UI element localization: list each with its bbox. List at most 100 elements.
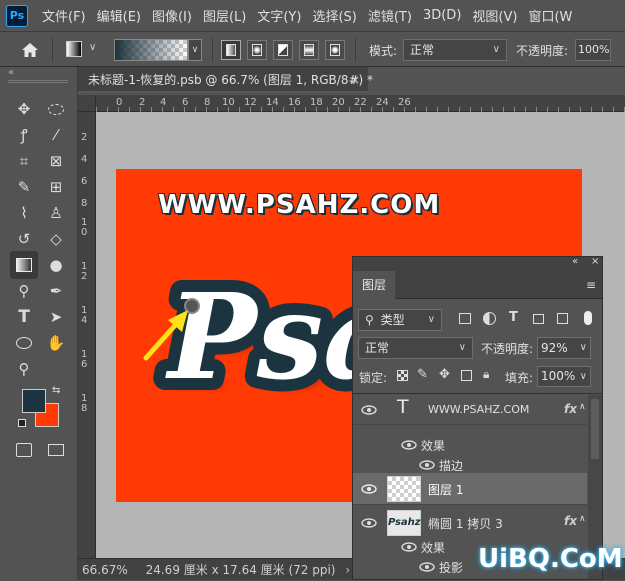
pen-tool-icon[interactable]: ✒ xyxy=(44,279,68,303)
lock-pixels-icon[interactable]: ✎ xyxy=(417,367,428,382)
layer-name[interactable]: 椭圆 1 拷贝 3 xyxy=(428,515,503,532)
dodge-tool-icon[interactable]: ⚲ xyxy=(12,279,36,303)
crop-tool-icon[interactable]: ⌗ xyxy=(12,149,36,173)
frame-tool-icon[interactable]: ⊠ xyxy=(44,149,68,173)
lock-position-icon[interactable]: ✥ xyxy=(439,367,450,382)
swap-colors-icon[interactable]: ⇆ xyxy=(52,385,60,396)
lock-transparent-icon[interactable] xyxy=(397,370,408,381)
path-selection-tool-icon[interactable]: ➤ xyxy=(44,305,68,329)
move-tool-icon[interactable]: ✥ xyxy=(12,97,36,121)
tab-layers[interactable]: 图层 xyxy=(353,271,395,299)
close-icon[interactable]: × xyxy=(350,67,360,93)
chevron-down-icon: ∨ xyxy=(458,342,466,353)
linear-gradient-button[interactable] xyxy=(221,40,241,60)
opacity-input[interactable]: 100% xyxy=(575,39,611,61)
patch-tool-icon[interactable]: ⊞ xyxy=(44,175,68,199)
menu-3d[interactable]: 3D(D) xyxy=(423,8,461,23)
visibility-eye-icon[interactable] xyxy=(419,460,435,470)
chevron-up-icon[interactable]: ∧ xyxy=(579,514,586,524)
gradient-tool-icon[interactable] xyxy=(66,41,82,57)
hand-tool-icon[interactable]: ✋ xyxy=(44,331,68,355)
marquee-tool-icon[interactable] xyxy=(44,97,68,121)
lock-all-icon[interactable]: 🔒︎ xyxy=(483,367,489,382)
eraser-tool-icon[interactable]: ◇ xyxy=(44,227,68,251)
gradient-preview[interactable] xyxy=(114,39,188,61)
reflected-gradient-button[interactable] xyxy=(299,40,319,60)
zoom-level[interactable]: 66.67% xyxy=(82,563,128,577)
collapse-icon[interactable]: « xyxy=(572,256,578,267)
menu-edit[interactable]: 编辑(E) xyxy=(97,6,141,25)
menu-select[interactable]: 选择(S) xyxy=(312,6,356,25)
radial-gradient-button[interactable] xyxy=(247,40,267,60)
smart-object-filter-icon[interactable] xyxy=(557,313,568,324)
menu-view[interactable]: 视图(V) xyxy=(472,6,517,25)
type-tool-icon[interactable]: T xyxy=(12,305,36,329)
document-size: 24.69 厘米 x 17.64 厘米 (72 ppi) xyxy=(145,563,336,577)
panel-menu-icon[interactable]: ≡ xyxy=(586,278,596,292)
blur-tool-icon[interactable]: ● xyxy=(44,253,68,277)
layer-row-selected[interactable]: 图层 1 xyxy=(353,473,587,505)
fx-icon[interactable]: fx xyxy=(564,514,577,528)
gradient-tool-icon[interactable] xyxy=(10,251,38,279)
type-filter-icon[interactable]: T xyxy=(509,310,518,325)
pixel-filter-icon[interactable] xyxy=(459,313,471,324)
effect-row-stroke[interactable]: 描边 xyxy=(353,455,587,475)
visibility-eye-icon[interactable] xyxy=(361,484,377,494)
visibility-eye-icon[interactable] xyxy=(361,518,377,528)
menu-image[interactable]: 图像(I) xyxy=(152,6,192,25)
visibility-eye-icon[interactable] xyxy=(361,405,377,415)
ruler-tick: 4 xyxy=(81,154,88,165)
document-tab[interactable]: 未标题-1-恢复的.psb @ 66.7% (图层 1, RGB/8#) * × xyxy=(78,67,373,93)
ruler-corner[interactable] xyxy=(78,95,96,112)
home-icon[interactable] xyxy=(20,40,40,60)
filter-toggle[interactable] xyxy=(584,311,592,325)
shape-filter-icon[interactable] xyxy=(533,314,544,324)
lock-artboard-icon[interactable] xyxy=(461,370,472,381)
mode-label: 模式: xyxy=(369,44,398,58)
visibility-eye-icon[interactable] xyxy=(401,542,417,552)
angle-gradient-button[interactable] xyxy=(273,40,293,60)
lasso-tool-icon[interactable]: ꝭ xyxy=(12,123,36,147)
zoom-tool-icon[interactable]: ⚲ xyxy=(12,357,36,381)
menu-type[interactable]: 文字(Y) xyxy=(257,6,301,25)
chevron-down-icon[interactable]: ∨ xyxy=(89,42,96,53)
chevron-down-icon[interactable]: ∨ xyxy=(188,39,202,61)
menu-layer[interactable]: 图层(L) xyxy=(203,6,246,25)
visibility-eye-icon[interactable] xyxy=(401,440,417,450)
stamp-tool-icon[interactable]: ♙ xyxy=(44,201,68,225)
panel-grip[interactable] xyxy=(8,80,68,83)
history-brush-tool-icon[interactable]: ↺ xyxy=(12,227,36,251)
blend-mode-dropdown[interactable]: 正常 ∨ xyxy=(358,337,473,359)
quick-mask-icon[interactable] xyxy=(12,438,36,462)
effect-name: 描边 xyxy=(439,459,464,473)
mode-dropdown[interactable]: 正常 ∨ xyxy=(403,39,507,61)
filter-type-dropdown[interactable]: ⚲ 类型 ∨ xyxy=(358,309,442,331)
collapse-icon[interactable]: « xyxy=(8,67,14,78)
close-icon[interactable]: × xyxy=(591,256,599,267)
scrollbar-thumb[interactable] xyxy=(591,399,599,459)
visibility-eye-icon[interactable] xyxy=(419,562,435,572)
layer-name[interactable]: WWW.PSAHZ.COM xyxy=(428,403,529,416)
screen-mode-icon[interactable] xyxy=(44,438,68,462)
menu-file[interactable]: 文件(F) xyxy=(42,6,86,25)
layer-row-text[interactable]: T WWW.PSAHZ.COM fx ∧ xyxy=(353,395,587,425)
chevron-right-icon[interactable]: › xyxy=(345,563,350,577)
layer-row-ellipse[interactable]: Psahz 椭圆 1 拷贝 3 fx ∧ xyxy=(353,507,587,539)
chevron-up-icon[interactable]: ∧ xyxy=(579,402,586,412)
magic-wand-tool-icon[interactable]: ⁄ xyxy=(44,123,68,147)
ellipse-tool-icon[interactable] xyxy=(12,331,36,355)
layer-name[interactable]: 图层 1 xyxy=(428,481,463,498)
adjustment-filter-icon[interactable] xyxy=(483,312,496,325)
effects-row[interactable]: 效果 xyxy=(353,435,587,455)
effect-name: 投影 xyxy=(439,561,464,575)
fx-icon[interactable]: fx xyxy=(564,402,577,416)
diamond-gradient-button[interactable] xyxy=(325,40,345,60)
default-colors-icon[interactable] xyxy=(18,419,26,427)
brush-tool-icon[interactable]: ⌇ xyxy=(12,201,36,225)
fill-label: 填充: xyxy=(505,371,534,385)
menu-filter[interactable]: 滤镜(T) xyxy=(368,6,412,25)
eyedropper-tool-icon[interactable]: ✎ xyxy=(12,175,36,199)
layer-opacity-input[interactable]: 92% ∨ xyxy=(537,337,591,359)
menu-window[interactable]: 窗口(W xyxy=(528,6,572,25)
fill-input[interactable]: 100% ∨ xyxy=(537,366,591,387)
